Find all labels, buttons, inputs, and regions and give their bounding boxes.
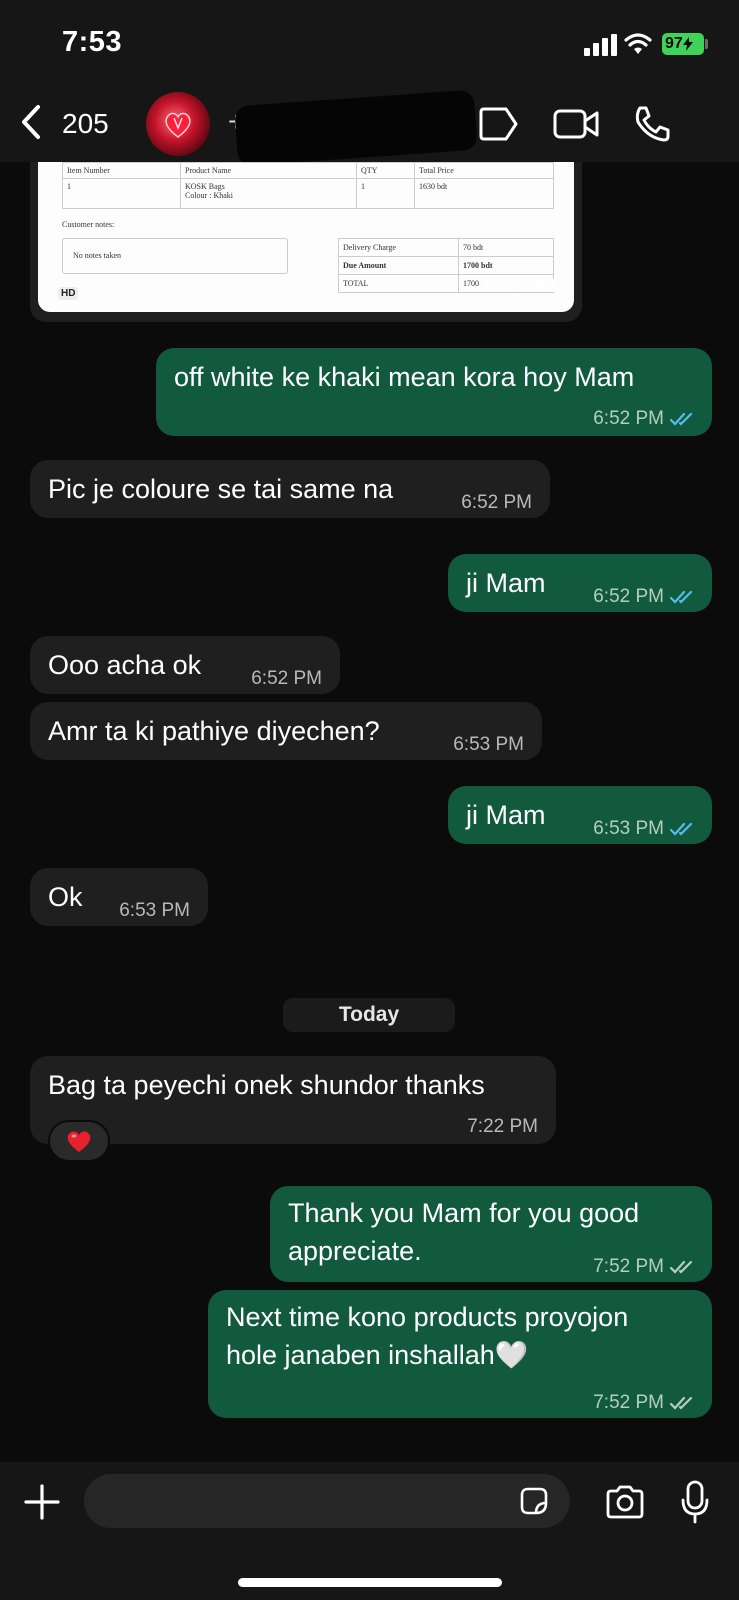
message-text-line: appreciate. <box>288 1236 422 1266</box>
delivered-ticks-icon <box>670 1260 693 1274</box>
incoming-message[interactable]: Ok 6:53 PM <box>30 868 208 926</box>
message-text: Ok <box>48 882 83 912</box>
invoice-header: Item Number <box>62 162 181 179</box>
invoice-image[interactable]: Item Number Product Name QTY Total Price… <box>38 162 574 312</box>
message-text: ji Mam <box>466 568 546 598</box>
avatar[interactable] <box>146 92 210 156</box>
invoice-header: Total Price <box>414 162 554 179</box>
message-text-line: Next time kono products proyojon <box>226 1302 629 1332</box>
message-time: 6:52 PM <box>251 668 322 689</box>
outgoing-message[interactable]: Thank you Mam for you good appreciate. 7… <box>270 1186 712 1282</box>
date-divider: Today <box>283 998 455 1032</box>
invoice-cell: KOSK Bags <box>185 182 225 191</box>
status-bar: 7:53 97 <box>0 0 739 90</box>
outgoing-message[interactable]: ji Mam 6:53 PM <box>448 786 712 844</box>
message-time: 6:52 PM <box>593 586 664 607</box>
invoice-cell: Colour : Khaki <box>185 191 233 200</box>
message-time: 6:52 PM <box>461 492 532 513</box>
read-ticks-icon <box>670 412 693 426</box>
message-meta: 7:52 PM <box>593 1384 696 1422</box>
message-time: 7:22 PM <box>467 1116 538 1137</box>
message-text: Ooo acha ok <box>48 650 202 680</box>
chevron-left-icon[interactable] <box>18 104 46 140</box>
message-time: 6:53 PM <box>593 818 664 839</box>
invoice-notes-label: Customer notes: <box>62 220 115 229</box>
incoming-message[interactable]: Bag ta peyechi onek shundor thanks 7:22 … <box>30 1056 556 1144</box>
message-input[interactable] <box>84 1474 570 1528</box>
message-meta: 6:52 PM <box>593 578 696 616</box>
invoice-header: Product Name <box>180 162 357 179</box>
read-ticks-icon <box>670 590 693 604</box>
message-text-line: hole janaben inshallah🤍 <box>226 1340 529 1370</box>
message-time: 6:53 PM <box>119 900 190 921</box>
message-time: 7:52 PM <box>593 1392 664 1413</box>
invoice-header: QTY <box>356 162 415 179</box>
message-meta: 6:53 PM <box>593 810 696 848</box>
invoice-summary-value: 1700 bdt <box>458 256 554 275</box>
reaction-badge[interactable] <box>48 1120 110 1162</box>
invoice-cell: 1630 bdt <box>414 178 554 209</box>
invoice-product-cell: KOSK Bags Colour : Khaki <box>180 178 357 209</box>
message-text: Bag ta peyechi onek shundor thanks <box>48 1070 485 1100</box>
battery-nub <box>705 39 708 49</box>
label-icon[interactable] <box>476 104 520 144</box>
invoice-cell: 1 <box>356 178 415 209</box>
hd-badge: HD <box>58 287 79 300</box>
message-text-line: Thank you Mam for you good <box>288 1198 640 1228</box>
invoice-items-table: Item Number Product Name QTY Total Price… <box>62 162 554 209</box>
message-time: 7:52 PM <box>593 1256 664 1277</box>
message-text: Amr ta ki pathiye diyechen? <box>48 716 380 746</box>
invoice-summary-label: Delivery Charge <box>338 238 459 257</box>
invoice-summary-label: TOTAL <box>338 274 459 293</box>
wifi-icon <box>624 33 652 54</box>
camera-icon[interactable] <box>604 1484 646 1520</box>
outgoing-message[interactable]: Next time kono products proyojon hole ja… <box>208 1290 712 1418</box>
delivered-ticks-icon <box>670 1396 693 1410</box>
invoice-notes-box: No notes taken <box>62 238 288 274</box>
back-unread-count[interactable]: 205 <box>62 108 109 140</box>
phone-call-icon[interactable] <box>632 104 672 144</box>
message-time: 6:52 PM <box>485 276 556 297</box>
battery-indicator: 97 <box>662 33 704 55</box>
incoming-message[interactable]: Amr ta ki pathiye diyechen? 6:53 PM <box>30 702 542 760</box>
outgoing-message[interactable]: ji Mam 6:52 PM <box>448 554 712 612</box>
redaction-mark <box>234 89 478 167</box>
video-call-icon[interactable] <box>552 104 600 144</box>
message-meta: 7:52 PM <box>593 1248 696 1286</box>
chat-messages-area[interactable]: Item Number Product Name QTY Total Price… <box>0 162 739 1462</box>
message-text: Pic je coloure se tai same na <box>48 474 394 504</box>
outgoing-message[interactable]: off white ke khaki mean kora hoy Mam 6:5… <box>156 348 712 436</box>
status-time: 7:53 <box>62 26 123 58</box>
red-heart-icon <box>67 1131 91 1152</box>
sticker-icon[interactable] <box>518 1485 550 1517</box>
message-time: 6:52 PM <box>593 408 664 429</box>
read-ticks-icon <box>670 822 693 836</box>
incoming-message[interactable]: Ooo acha ok 6:52 PM <box>30 636 340 694</box>
message-time: 6:53 PM <box>453 734 524 755</box>
message-text: ji Mam <box>466 800 546 830</box>
invoice-summary-label: Due Amount <box>338 256 459 275</box>
message-meta: 6:52 PM <box>593 400 696 438</box>
plus-icon[interactable] <box>24 1484 60 1520</box>
image-message[interactable]: Item Number Product Name QTY Total Price… <box>30 162 582 322</box>
incoming-message[interactable]: Pic je coloure se tai same na 6:52 PM <box>30 460 550 518</box>
microphone-icon[interactable] <box>680 1480 710 1524</box>
battery-level: 97 <box>665 35 683 52</box>
charging-bolt-icon <box>682 37 693 51</box>
heart-pendant-icon <box>165 112 191 138</box>
message-input-bar <box>0 1462 739 1600</box>
home-indicator <box>238 1578 502 1587</box>
invoice-summary-value: 70 bdt <box>458 238 554 257</box>
cellular-signal-icon <box>584 34 617 56</box>
invoice-cell: 1 <box>62 178 181 209</box>
chat-header: 205 +8 <box>0 89 739 167</box>
message-text: off white ke khaki mean kora hoy Mam <box>174 362 635 392</box>
